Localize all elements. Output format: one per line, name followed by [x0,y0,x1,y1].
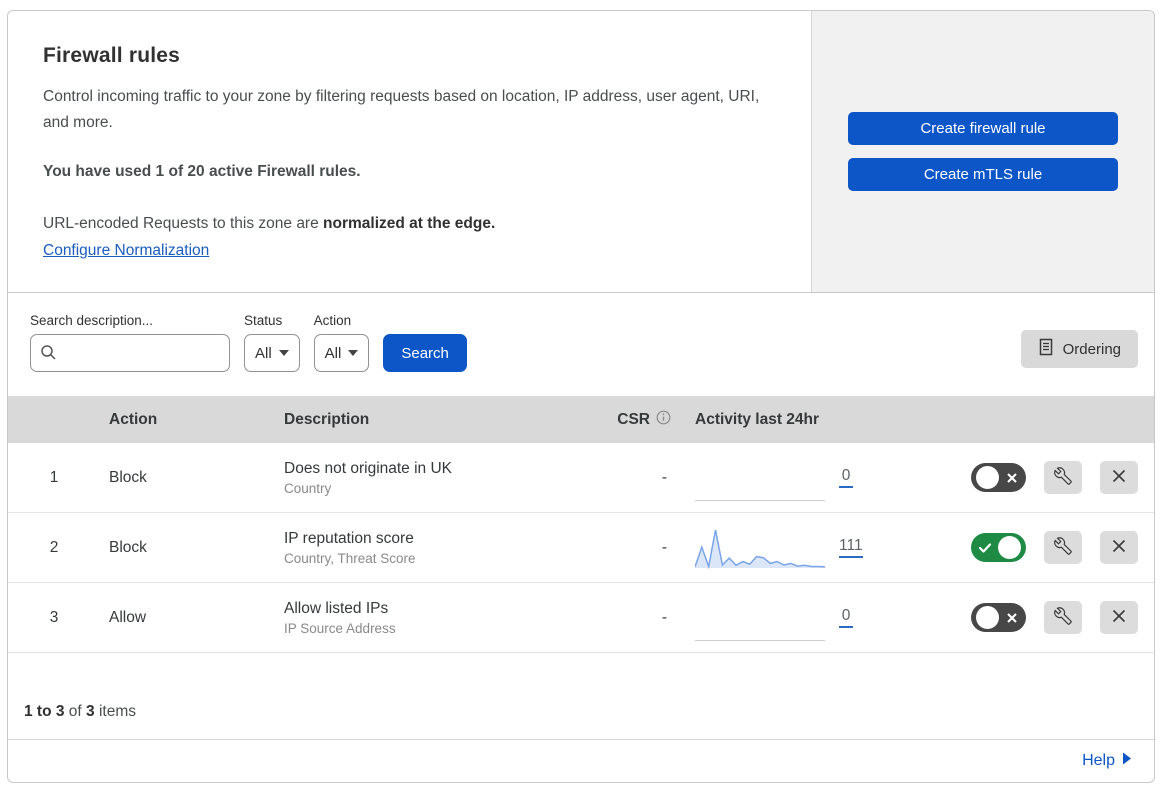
wrench-icon [1054,607,1072,628]
rule-priority: 1 [49,468,59,486]
rule-action: Block [109,538,147,556]
search-icon [40,344,57,366]
delete-rule-button[interactable] [1100,601,1138,634]
toggle-knob [976,606,999,629]
activity-sparkline [694,526,826,570]
close-icon [1111,468,1127,487]
toggle-knob [998,536,1021,559]
csr-header-label: CSR [617,410,650,428]
rule-criteria: Country [284,480,332,496]
edit-rule-button[interactable] [1044,461,1082,494]
activity-count-link[interactable]: 111 [839,537,863,558]
rule-csr-value: - [661,468,667,486]
chevron-down-icon [348,350,359,356]
rule-enabled-toggle[interactable] [971,533,1026,562]
search-label: Search description... [30,313,154,328]
normalization-prefix: URL-encoded Requests to this zone are [43,214,324,232]
rule-criteria: Country, Threat Score [284,550,416,566]
check-icon [976,542,994,554]
x-icon [1003,472,1021,484]
pagination-summary: 1 to 3 of 3 items [8,653,1154,739]
delete-rule-button[interactable] [1100,461,1138,494]
rule-csr-value: - [661,538,667,556]
rule-priority: 2 [49,538,59,556]
action-dropdown-value: All [324,344,342,362]
table-row: 3 Allow Allow listed IPs IP Source Addre… [8,583,1154,653]
column-header-description: Description [284,410,370,428]
firewall-rules-page: Firewall rules Control incoming traffic … [0,0,1161,791]
x-icon [1003,612,1021,624]
of-text: of [64,703,87,720]
rule-description: Does not originate in UK [284,459,453,477]
activity-count-link[interactable]: 0 [839,467,853,488]
rule-criteria: IP Source Address [284,620,396,636]
list-document-icon [1038,338,1054,360]
rule-action: Allow [109,608,147,626]
help-link-label: Help [1082,752,1115,769]
actions-panel: Create firewall rule Create mTLS rule [811,11,1154,292]
column-header-activity: Activity last 24hr [695,410,820,428]
firewall-rules-card: Firewall rules Control incoming traffic … [7,10,1155,783]
column-header-csr: CSR [595,410,695,430]
items-text: items [94,703,136,720]
edit-rule-button[interactable] [1044,601,1082,634]
create-firewall-rule-button[interactable]: Create firewall rule [848,112,1118,145]
delete-rule-button[interactable] [1100,531,1138,564]
edit-rule-button[interactable] [1044,531,1082,564]
rule-action: Block [109,468,147,486]
ordering-button-label: Ordering [1062,340,1121,358]
close-icon [1111,538,1127,557]
create-mtls-rule-button[interactable]: Create mTLS rule [848,158,1118,191]
activity-sparkline [695,468,825,501]
close-icon [1111,608,1127,627]
search-button[interactable]: Search [383,334,467,372]
activity-count-link[interactable]: 0 [839,607,853,628]
rule-enabled-toggle[interactable] [971,463,1026,492]
status-label: Status [244,313,283,328]
rule-description: IP reputation score [284,529,414,547]
usage-summary: You have used 1 of 20 active Firewall ru… [43,163,361,181]
rule-description: Allow listed IPs [284,599,389,617]
column-header-action: Action [109,410,158,428]
info-icon[interactable] [656,410,671,430]
page-title: Firewall rules [43,44,181,67]
activity-sparkline [695,608,825,641]
header-text-block: Firewall rules Control incoming traffic … [8,11,811,292]
wrench-icon [1054,467,1072,488]
action-dropdown[interactable]: All [313,334,370,372]
configure-normalization-link[interactable]: Configure Normalization [43,242,209,260]
header-section: Firewall rules Control incoming traffic … [8,11,1154,293]
help-link[interactable]: Help [1082,752,1132,770]
chevron-down-icon [278,350,289,356]
rule-enabled-toggle[interactable] [971,603,1026,632]
table-header-row: Action Description CSR Activity last 24h… [8,396,1154,443]
wrench-icon [1054,537,1072,558]
table-row: 1 Block Does not originate in UK Country… [8,443,1154,513]
help-bar: Help [8,739,1154,782]
action-label: Action [313,313,352,328]
search-input[interactable] [30,334,230,372]
rule-priority: 3 [49,608,59,626]
status-dropdown-value: All [255,344,272,362]
arrow-right-icon [1122,752,1132,770]
items-total: 3 [86,703,95,720]
filter-bar: Search description... Status All Action … [8,293,1154,396]
rule-csr-value: - [661,608,667,626]
page-description: Control incoming traffic to your zone by… [43,88,760,131]
ordering-button[interactable]: Ordering [1020,330,1138,368]
toggle-knob [976,466,999,489]
normalization-bold: normalized at the edge. [323,214,496,232]
rules-table: Action Description CSR Activity last 24h… [8,396,1154,653]
normalization-text: URL-encoded Requests to this zone are no… [43,211,769,237]
status-dropdown[interactable]: All [244,334,300,372]
items-range: 1 to 3 [24,703,65,720]
table-row: 2 Block IP reputation score Country, Thr… [8,513,1154,583]
